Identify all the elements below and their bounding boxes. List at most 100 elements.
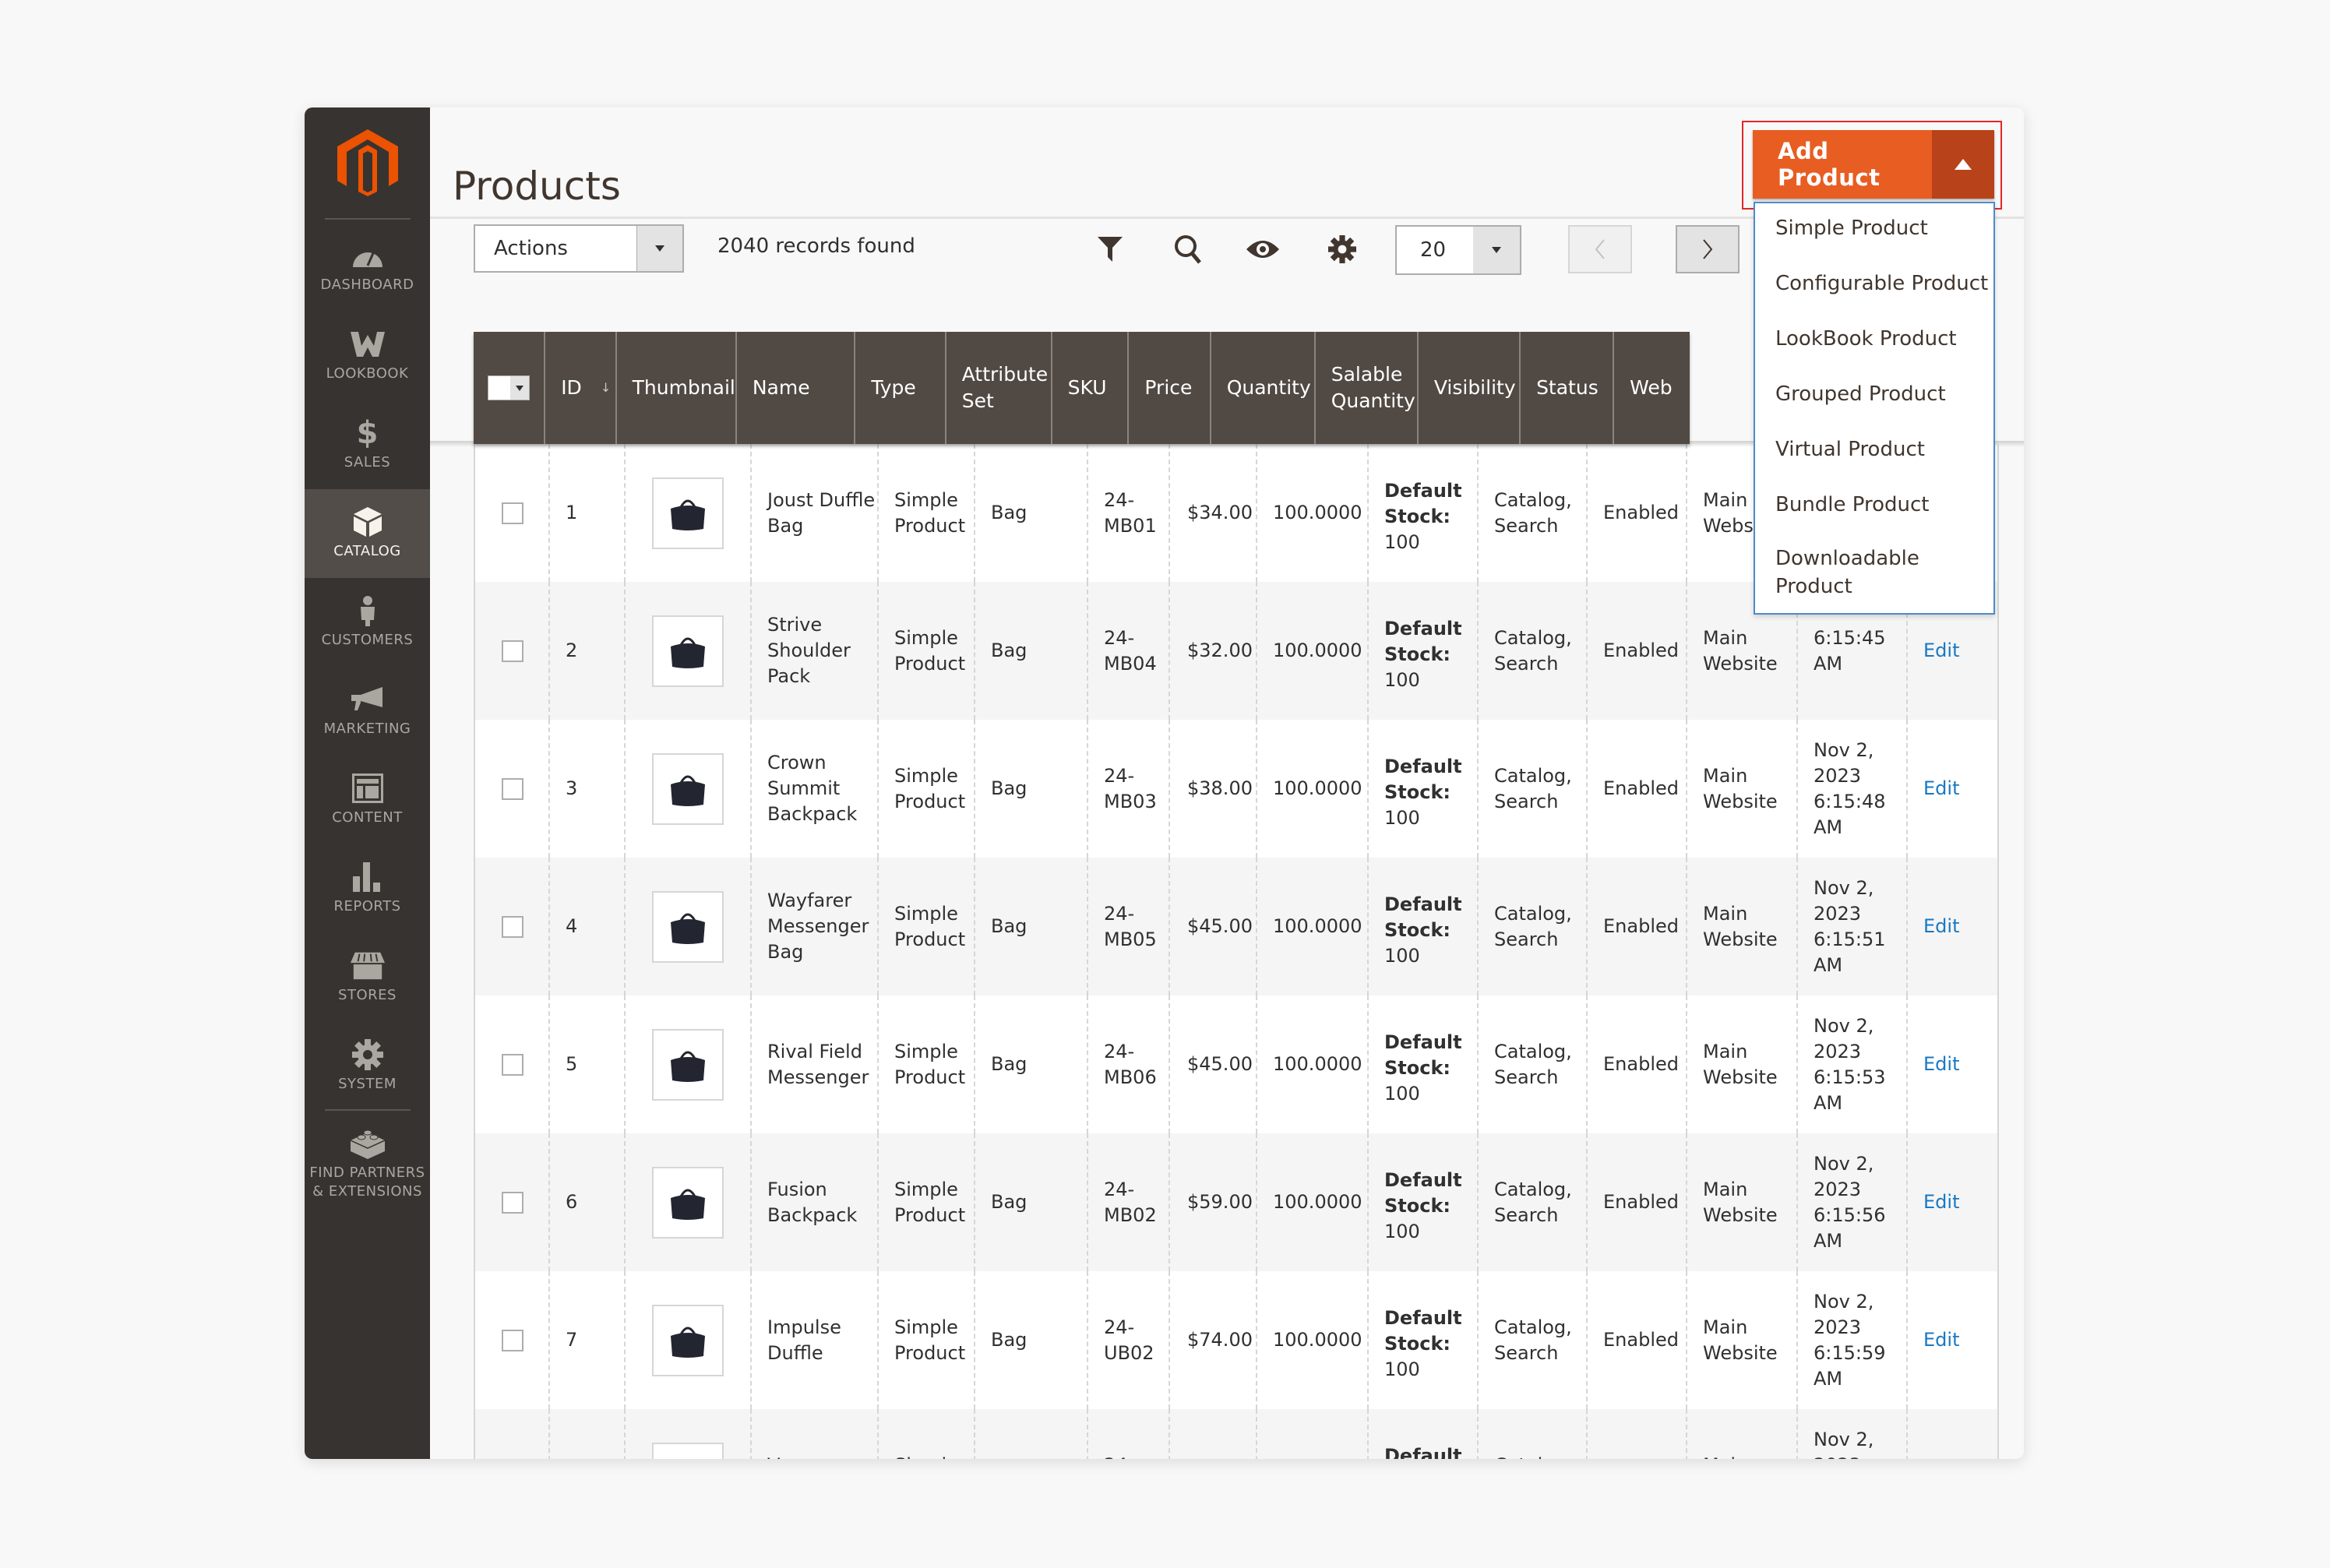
product-thumbnail[interactable] (652, 752, 724, 825)
cell-select (474, 582, 550, 720)
menu-item-configurable-product[interactable]: Configurable Product (1775, 270, 1988, 298)
sidebar-item-dashboard[interactable]: DASHBOARD (305, 223, 430, 312)
add-product-button[interactable]: Add Product (1753, 138, 1932, 191)
sort-arrow-icon: ↓ (600, 380, 612, 395)
sidebar-divider (325, 218, 411, 220)
column-thumbnail[interactable]: Thumbnail (617, 332, 737, 444)
cell-sku: 24-MB02 (1088, 1133, 1170, 1271)
product-thumbnail[interactable] (652, 477, 724, 549)
sidebar-item-catalog[interactable]: CATALOG (305, 489, 430, 578)
edit-link[interactable]: Edit (1923, 1189, 1959, 1215)
sidebar-item-lookbook[interactable]: LOOKBOOK (305, 312, 430, 400)
sidebar-item-system[interactable]: SYSTEM (305, 1022, 430, 1111)
row-checkbox[interactable] (502, 777, 523, 800)
filters-button[interactable] (1093, 232, 1127, 266)
lookbook-icon (350, 329, 385, 360)
cell-select (474, 995, 550, 1133)
column-id[interactable]: ID ↓ (545, 332, 617, 444)
sidebar-item-reports[interactable]: REPORTS (305, 844, 430, 933)
product-thumbnail[interactable] (652, 615, 724, 687)
next-page-button[interactable] (1676, 225, 1740, 273)
cell-type: Simple Product (879, 1133, 975, 1271)
cell-sku: 24-MB06 (1088, 995, 1170, 1133)
menu-item-virtual-product[interactable]: Virtual Product (1775, 435, 1925, 463)
menu-item-grouped-product[interactable]: Grouped Product (1775, 380, 1946, 408)
column-visibility[interactable]: Visibility (1419, 332, 1521, 444)
product-thumbnail[interactable] (652, 1304, 724, 1376)
admin-window: DASHBOARD LOOKBOOK $ SALES CATALOG CUSTO… (305, 107, 2024, 1459)
actions-select[interactable]: Actions (474, 224, 684, 273)
cell-price: $32.00 (1170, 582, 1257, 720)
sidebar-item-marketing[interactable]: MARKETING (305, 667, 430, 756)
sidebar-item-content[interactable]: CONTENT (305, 756, 430, 844)
box-icon (351, 506, 385, 537)
keyword-search-button[interactable] (1171, 232, 1205, 266)
row-checkbox[interactable] (502, 915, 523, 938)
cell-status: Enabled (1588, 858, 1687, 995)
view-button[interactable] (1246, 232, 1280, 266)
cell-websites: Main Website (1687, 858, 1798, 995)
edit-link[interactable]: Edit (1923, 1052, 1959, 1077)
per-page-dropdown-toggle[interactable] (1473, 227, 1520, 273)
salable-value: 100 (1384, 807, 1420, 829)
per-page-select[interactable]: 20 (1395, 225, 1521, 275)
column-salable-quantity[interactable]: Salable Quantity (1316, 332, 1419, 444)
row-checkbox[interactable] (502, 1191, 523, 1214)
cell-action: Edit (1908, 1271, 1999, 1409)
cell-name: Wayfarer Messenger Bag (752, 858, 879, 995)
cell-id: 6 (550, 1133, 626, 1271)
edit-link[interactable]: Edit (1923, 1327, 1959, 1353)
chevron-right-icon (1703, 239, 1713, 259)
product-thumbnail[interactable] (652, 1028, 724, 1101)
storefront-icon (350, 950, 385, 981)
sidebar-item-customers[interactable]: CUSTOMERS (305, 578, 430, 667)
cell-thumbnail (626, 995, 752, 1133)
edit-link[interactable]: Edit (1923, 776, 1959, 802)
column-price[interactable]: Price (1129, 332, 1211, 444)
salable-value: 100 (1384, 531, 1420, 553)
edit-link[interactable]: Edit (1923, 638, 1959, 664)
row-checkbox[interactable] (502, 1329, 523, 1351)
row-checkbox[interactable] (502, 502, 523, 524)
cell-name: Strive Shoulder Pack (752, 582, 879, 720)
sidebar-item-sales[interactable]: $ SALES (305, 400, 430, 489)
cell-id: 5 (550, 995, 626, 1133)
menu-item-simple-product[interactable]: Simple Product (1775, 214, 1928, 242)
column-name[interactable]: Name (737, 332, 856, 444)
product-thumbnail[interactable] (652, 1166, 724, 1239)
previous-page-button[interactable] (1568, 225, 1632, 273)
sidebar-item-find-partners[interactable]: FIND PARTNERS & EXTENSIONS (305, 1114, 430, 1215)
column-sku[interactable]: SKU (1052, 332, 1130, 444)
column-select-all[interactable] (474, 332, 546, 444)
cell-last-updated: Nov 2, 2023 6:15:48 AM (1798, 720, 1908, 858)
magento-logo[interactable] (337, 129, 398, 196)
cell-quantity: 100.0000 (1257, 1133, 1369, 1271)
row-checkbox[interactable] (502, 640, 523, 662)
salable-source-label: Default Stock: (1384, 618, 1462, 665)
menu-item-bundle-product[interactable]: Bundle Product (1775, 491, 1930, 519)
add-product-toggle[interactable] (1932, 130, 1994, 199)
column-attribute-set[interactable]: Attribute Set (946, 332, 1052, 444)
layout-icon (351, 773, 385, 804)
product-thumbnail[interactable] (652, 1442, 724, 1459)
cell-select (474, 720, 550, 858)
mass-select-checkbox[interactable] (488, 375, 530, 400)
column-websites[interactable]: Web (1614, 332, 1690, 444)
actions-dropdown-toggle[interactable] (636, 226, 682, 271)
cell-sku: 24-WB01 (1088, 1409, 1170, 1459)
cell-name: Impulse Duffle (752, 1271, 879, 1409)
menu-item-downloadable-product[interactable]: Downloadable Product (1775, 544, 1931, 601)
columns-button[interactable] (1325, 232, 1359, 266)
sidebar-item-stores[interactable]: STORES (305, 933, 430, 1022)
row-checkbox[interactable] (502, 1053, 523, 1076)
column-type[interactable]: Type (855, 332, 946, 444)
edit-link[interactable]: Edit (1923, 914, 1959, 939)
cell-type: Simple Product (879, 720, 975, 858)
cell-quantity: 100.0000 (1257, 995, 1369, 1133)
table-row: 8 Voyage Yoga Bag Simple Product Bag 24-… (474, 1409, 1999, 1459)
column-status[interactable]: Status (1521, 332, 1615, 444)
product-thumbnail[interactable] (652, 890, 724, 963)
column-quantity[interactable]: Quantity (1211, 332, 1316, 444)
menu-item-lookbook-product[interactable]: LookBook Product (1775, 325, 1957, 353)
cell-quantity: 100.0000 (1257, 858, 1369, 995)
